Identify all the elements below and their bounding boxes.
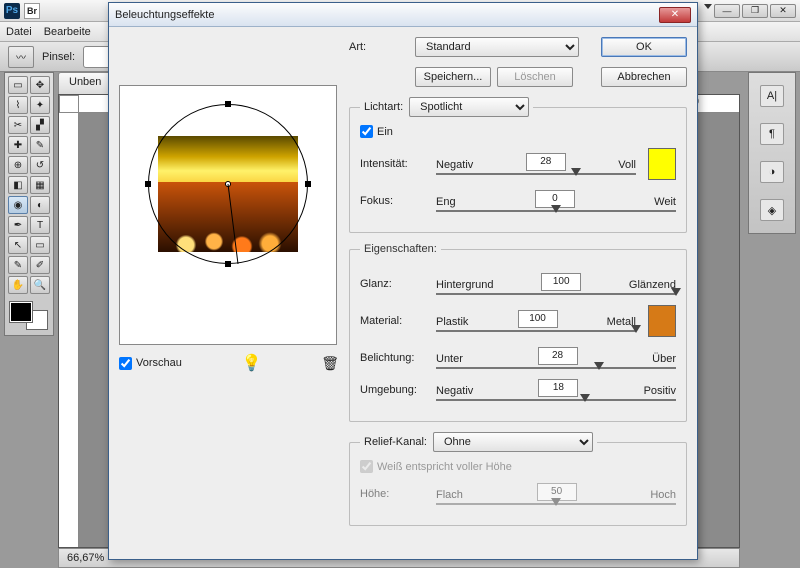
dialog-close-button[interactable]: ✕ <box>659 7 691 23</box>
wand-tool[interactable]: ✦ <box>30 96 50 114</box>
zoom-level[interactable]: 66,67% <box>67 552 104 564</box>
move-tool[interactable]: ✥ <box>30 76 50 94</box>
height-label: Höhe: <box>360 488 430 500</box>
ruler-vertical <box>59 113 79 547</box>
color-picker[interactable] <box>8 300 50 332</box>
relief-legend: Relief-Kanal: <box>364 436 427 448</box>
ein-checkbox[interactable]: Ein <box>360 125 676 138</box>
character-panel-icon[interactable]: A| <box>760 85 784 107</box>
gloss-slider[interactable]: Hintergrund100Glänzend <box>436 273 676 295</box>
delete-button: Löschen <box>497 67 573 87</box>
lichtart-group: Lichtart: Spotlicht Ein Intensität: Nega… <box>349 97 687 233</box>
save-button[interactable]: Speichern... <box>415 67 491 87</box>
eyedropper-tool[interactable]: ✐ <box>30 256 50 274</box>
nav-panel-icon[interactable]: ◑ <box>760 161 784 183</box>
layers-panel-icon[interactable]: ◈ <box>760 199 784 221</box>
art-label: Art: <box>349 41 409 53</box>
close-button[interactable]: ✕ <box>770 4 796 18</box>
eigenschaften-group: Eigenschaften: Glanz: Hintergrund100Glän… <box>349 243 687 422</box>
dodge-tool[interactable]: ◐ <box>30 196 50 214</box>
ambience-label: Umgebung: <box>360 384 430 396</box>
path-tool[interactable]: ↖ <box>8 236 28 254</box>
material-color-swatch[interactable] <box>648 305 676 337</box>
height-slider: Flach50Hoch <box>436 483 676 505</box>
history-brush[interactable]: ↺ <box>30 156 50 174</box>
pen-tool[interactable]: ✒ <box>8 216 28 234</box>
heal-tool[interactable]: ✚ <box>8 136 28 154</box>
intensity-slider[interactable]: Negativ28Voll <box>436 153 636 175</box>
panel-dock: A| ¶ ◑ ◈ <box>748 72 796 234</box>
dialog-title: Beleuchtungseffekte <box>115 9 214 21</box>
bridge-icon[interactable]: Br <box>24 3 40 19</box>
chevron-down-icon[interactable] <box>704 4 712 9</box>
focus-slider[interactable]: Eng0Weit <box>436 190 676 212</box>
menu-file[interactable]: Datei <box>6 26 32 38</box>
minimize-button[interactable]: — <box>714 4 740 18</box>
photoshop-app: Ps Br w — ❐ ✕ Datei Bearbeite 〰 Pinsel: … <box>0 0 800 568</box>
restore-button[interactable]: ❐ <box>742 4 768 18</box>
photoshop-icon: Ps <box>4 3 20 19</box>
ok-button[interactable]: OK <box>601 37 687 57</box>
menu-edit[interactable]: Bearbeite <box>44 26 91 38</box>
lighting-effects-dialog: Beleuchtungseffekte ✕ Vorschau 💡 🗑 Art: … <box>108 2 698 560</box>
type-tool[interactable]: T <box>30 216 50 234</box>
shape-tool[interactable]: ▭ <box>30 236 50 254</box>
material-slider[interactable]: Plastik100Metall <box>436 310 636 332</box>
lightbulb-icon[interactable]: 💡 <box>242 353 262 373</box>
gradient-tool[interactable]: ▦ <box>30 176 50 194</box>
material-label: Material: <box>360 315 430 327</box>
cancel-button[interactable]: Abbrechen <box>601 67 687 87</box>
brush-tool[interactable]: ✎ <box>30 136 50 154</box>
eraser-tool[interactable]: ◧ <box>8 176 28 194</box>
gloss-label: Glanz: <box>360 278 430 290</box>
light-color-swatch[interactable] <box>648 148 676 180</box>
zoom-tool[interactable]: 🔍 <box>30 276 50 294</box>
intensity-label: Intensität: <box>360 158 430 170</box>
hand-tool[interactable]: ✋ <box>8 276 28 294</box>
texture-channel-select[interactable]: Ohne <box>433 432 593 452</box>
lichtart-legend: Lichtart: <box>364 101 403 113</box>
marquee-tool[interactable]: ▭ <box>8 76 28 94</box>
focus-label: Fokus: <box>360 195 430 207</box>
slice-tool[interactable]: ▞ <box>30 116 50 134</box>
light-type-select[interactable]: Spotlicht <box>409 97 529 117</box>
white-high-checkbox: Weiß entspricht voller Höhe <box>360 460 676 473</box>
exposure-label: Belichtung: <box>360 352 430 364</box>
exposure-slider[interactable]: Unter28Über <box>436 347 676 369</box>
current-tool-icon[interactable]: 〰 <box>8 46 34 68</box>
paragraph-panel-icon[interactable]: ¶ <box>760 123 784 145</box>
stamp-tool[interactable]: ⊕ <box>8 156 28 174</box>
foreground-color[interactable] <box>10 302 32 322</box>
ruler-corner <box>59 95 79 113</box>
preview-box[interactable] <box>119 85 337 345</box>
dialog-titlebar[interactable]: Beleuchtungseffekte ✕ <box>109 3 697 27</box>
relief-group: Relief-Kanal: Ohne Weiß entspricht volle… <box>349 432 687 526</box>
crop-tool[interactable]: ✂ <box>8 116 28 134</box>
notes-tool[interactable]: ✎ <box>8 256 28 274</box>
blur-tool[interactable]: ◉ <box>8 196 28 214</box>
style-select[interactable]: Standard <box>415 37 579 57</box>
toolbox: ▭ ✥ ⌇ ✦ ✂ ▞ ✚ ✎ ⊕ ↺ ◧ ▦ ◉ ◐ ✒ T ↖ ▭ ✎ ✐ … <box>4 72 54 336</box>
brush-label: Pinsel: <box>42 51 75 63</box>
ambience-slider[interactable]: Negativ18Positiv <box>436 379 676 401</box>
preview-checkbox[interactable]: Vorschau <box>119 357 182 370</box>
document-tab[interactable]: Unben <box>58 72 112 94</box>
lasso-tool[interactable]: ⌇ <box>8 96 28 114</box>
trash-icon[interactable]: 🗑 <box>321 355 339 372</box>
properties-legend: Eigenschaften: <box>360 243 441 255</box>
